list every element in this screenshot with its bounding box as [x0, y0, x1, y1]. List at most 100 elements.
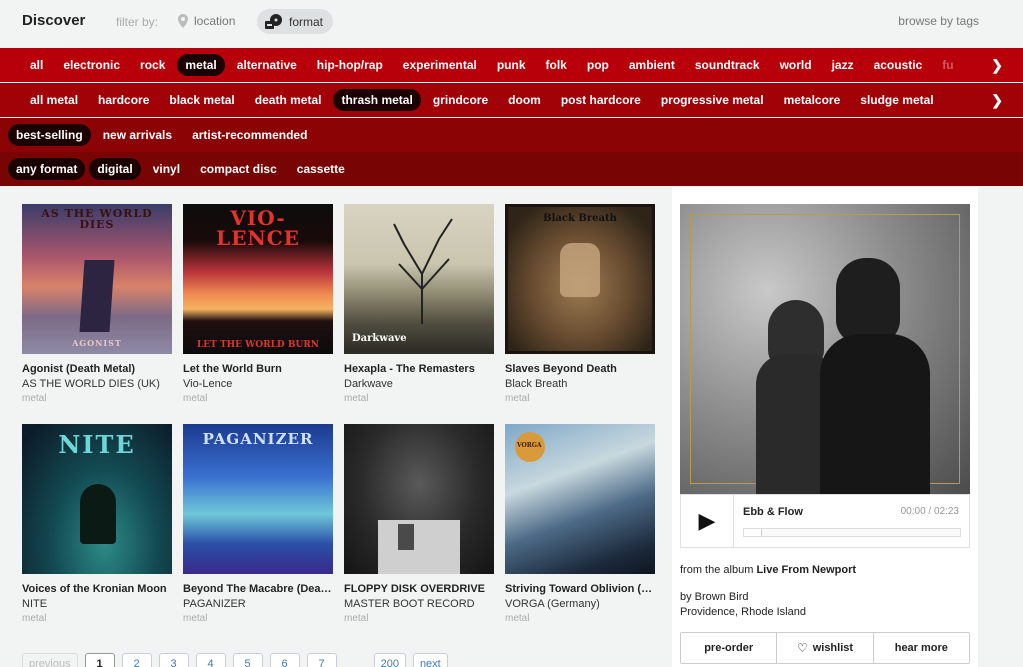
album-card[interactable]: FLOPPY DISK OVERDRIVE MASTER BOOT RECORD… [344, 424, 494, 624]
browse-by-tags-link[interactable]: browse by tags [898, 14, 979, 28]
subgenre-tab-thrash-metal[interactable]: thrash metal [333, 89, 421, 111]
album-card[interactable]: Black Breath Slaves Beyond Death Black B… [505, 204, 655, 404]
genre-tab-ambient[interactable]: ambient [621, 54, 683, 76]
page-button[interactable]: 2 [121, 653, 152, 667]
subgenre-tab-post-hardcore[interactable]: post hardcore [553, 89, 649, 111]
format-tab-vinyl[interactable]: vinyl [145, 158, 188, 180]
progress-bar[interactable] [743, 528, 961, 537]
play-icon[interactable]: ▶ [681, 495, 734, 547]
format-label: format [289, 14, 324, 29]
album-title[interactable]: Beyond The Macabre (Deat... [183, 583, 333, 595]
album-card[interactable]: Darkwave Hexapla - The Remasters Darkwav… [344, 204, 494, 404]
genre-tab-jazz[interactable]: jazz [824, 54, 862, 76]
album-link[interactable]: Live From Newport [756, 564, 856, 576]
sort-tab-artist-recommended[interactable]: artist-recommended [184, 124, 315, 146]
subgenre-tab-death-metal[interactable]: death metal [247, 89, 330, 111]
album-artist[interactable]: PAGANIZER [183, 598, 333, 610]
format-tab-compact-disc[interactable]: compact disc [192, 158, 285, 180]
album-card[interactable]: NITE Voices of the Kronian Moon NITE met… [22, 424, 172, 624]
album-artist[interactable]: VORGA (Germany) [505, 598, 655, 610]
album-title[interactable]: Striving Toward Oblivion (Bl... [505, 583, 655, 595]
page-button[interactable]: 1 [84, 653, 115, 667]
subgenre-tab-doom[interactable]: doom [500, 89, 549, 111]
chevron-right-icon[interactable]: ❯ [991, 57, 1003, 74]
hear-more-button[interactable]: hear more [873, 633, 969, 663]
album-genre: metal [344, 613, 369, 624]
genre-tab-folk[interactable]: folk [538, 54, 575, 76]
page-button[interactable]: 6 [269, 653, 300, 667]
album-genre: metal [505, 393, 530, 404]
genre-tab-alternative[interactable]: alternative [229, 54, 305, 76]
genre-bar: all electronic rock metal alternative hip-hop… [0, 48, 1023, 82]
subgenre-tab-all-metal[interactable]: all metal [22, 89, 86, 111]
album-artist[interactable]: Darkwave [344, 378, 494, 390]
preorder-button[interactable]: pre-order [681, 633, 778, 663]
subgenre-tab-grindcore[interactable]: grindcore [425, 89, 496, 111]
cover-subtitle: LET THE WORLD BURN [196, 340, 320, 350]
album-cover[interactable]: Black Breath [505, 204, 655, 354]
genre-tab-punk[interactable]: punk [489, 54, 534, 76]
album-cover[interactable]: AS THE WORLD DIES AGONIST [22, 204, 172, 354]
page-button[interactable]: 5 [232, 653, 263, 667]
album-artist[interactable]: MASTER BOOT RECORD [344, 598, 494, 610]
album-cover[interactable]: PAGANIZER [183, 424, 333, 574]
format-tab-any-format[interactable]: any format [8, 158, 86, 180]
track-title[interactable]: Ebb & Flow [743, 506, 803, 518]
format-filter[interactable]: format [257, 9, 334, 34]
album-title[interactable]: Slaves Beyond Death [505, 363, 655, 375]
album-title[interactable]: Let the World Burn [183, 363, 333, 375]
genre-tab-rock[interactable]: rock [132, 54, 173, 76]
chevron-right-icon[interactable]: ❯ [991, 92, 1003, 109]
genre-tab-pop[interactable]: pop [579, 54, 617, 76]
subgenre-tab-progressive-metal[interactable]: progressive metal [653, 89, 772, 111]
album-title[interactable]: FLOPPY DISK OVERDRIVE [344, 583, 494, 595]
subgenre-tab-hardcore[interactable]: hardcore [90, 89, 157, 111]
album-artist[interactable]: NITE [22, 598, 172, 610]
featured-album-art[interactable] [680, 204, 970, 494]
album-card[interactable]: AS THE WORLD DIES AGONIST Agonist (Death… [22, 204, 172, 404]
genre-tab-fu[interactable]: fu [934, 54, 961, 76]
subgenre-tab-black-metal[interactable]: black metal [161, 89, 242, 111]
next-page-button[interactable]: next [412, 653, 448, 667]
album-cover[interactable]: VORGA [505, 424, 655, 574]
genre-tab-experimental[interactable]: experimental [395, 54, 485, 76]
album-card[interactable]: VORGA Striving Toward Oblivion (Bl... VO… [505, 424, 655, 624]
genre-tab-all[interactable]: all [22, 54, 51, 76]
album-card[interactable]: VIO-LENCE LET THE WORLD BURN Let the Wor… [183, 204, 333, 404]
page-button[interactable]: 4 [195, 653, 226, 667]
progress-handle[interactable] [744, 529, 762, 536]
sort-tab-new-arrivals[interactable]: new arrivals [95, 124, 180, 146]
album-card[interactable]: PAGANIZER Beyond The Macabre (Deat... PA… [183, 424, 333, 624]
artist-link[interactable]: by Brown Bird [680, 590, 806, 605]
genre-tab-soundtrack[interactable]: soundtrack [687, 54, 768, 76]
album-cover[interactable]: Darkwave [344, 204, 494, 354]
cover-title: AS THE WORLD DIES [41, 207, 153, 231]
sort-tab-best-selling[interactable]: best-selling [8, 124, 91, 146]
wishlist-button[interactable]: ♡ wishlist [777, 633, 874, 663]
subgenre-tab-metalcore[interactable]: metalcore [776, 89, 849, 111]
page-button[interactable]: 7 [306, 653, 337, 667]
genre-tab-electronic[interactable]: electronic [55, 54, 128, 76]
genre-tab-world[interactable]: world [772, 54, 820, 76]
genre-tab-acoustic[interactable]: acoustic [866, 54, 931, 76]
previous-page-button[interactable]: previous [22, 653, 78, 667]
format-tab-digital[interactable]: digital [89, 158, 141, 180]
album-cover[interactable]: VIO-LENCE LET THE WORLD BURN [183, 204, 333, 354]
album-cover[interactable]: NITE [22, 424, 172, 574]
player-actions: pre-order ♡ wishlist hear more [680, 632, 970, 664]
subgenre-tab-sludge-metal[interactable]: sludge metal [852, 89, 941, 111]
last-page-button[interactable]: 200 [373, 653, 406, 667]
album-title[interactable]: Voices of the Kronian Moon [22, 583, 172, 595]
album-artist[interactable]: Vio-Lence [183, 378, 333, 390]
format-tab-cassette[interactable]: cassette [289, 158, 353, 180]
sort-bar: best-selling new arrivals artist-recommend… [0, 118, 1023, 152]
album-title[interactable]: Agonist (Death Metal) [22, 363, 172, 375]
album-title[interactable]: Hexapla - The Remasters [344, 363, 494, 375]
genre-tab-metal[interactable]: metal [177, 54, 225, 76]
album-artist[interactable]: AS THE WORLD DIES (UK) [22, 378, 172, 390]
location-filter[interactable]: location [178, 9, 235, 33]
genre-tab-hip-hop-rap[interactable]: hip-hop/rap [309, 54, 391, 76]
album-cover[interactable] [344, 424, 494, 574]
album-artist[interactable]: Black Breath [505, 378, 655, 390]
page-button[interactable]: 3 [158, 653, 189, 667]
